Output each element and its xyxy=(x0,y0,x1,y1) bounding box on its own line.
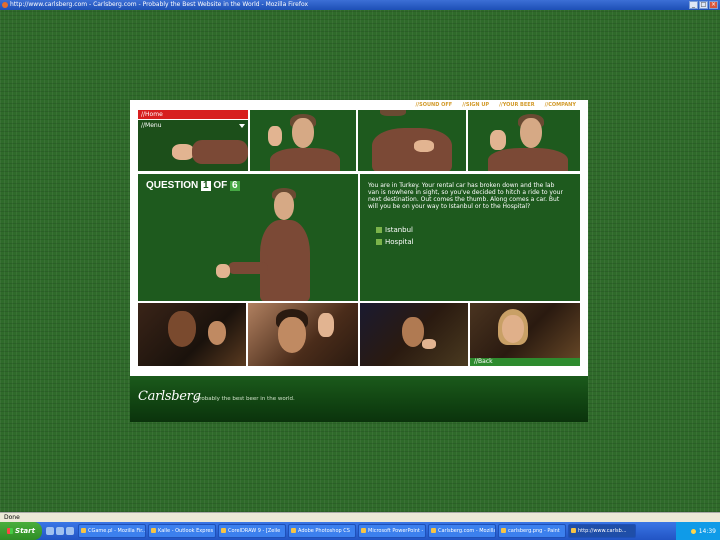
nav-your-beer[interactable]: //YOUR BEER xyxy=(499,100,535,110)
photo-man-ok-gesture xyxy=(248,303,358,366)
nav-sign-up[interactable]: //SIGN UP xyxy=(462,100,489,110)
question-current-number: 1 xyxy=(201,180,211,191)
browser-title-text: http://www.carlsberg.com - Carlsberg.com… xyxy=(10,1,309,8)
woman-face-image xyxy=(502,315,524,343)
window-controls: _ □ × xyxy=(689,1,718,9)
answer-panel: You are in Turkey. Your rental car has b… xyxy=(360,174,580,301)
photo-woman-with-drink: //Back xyxy=(470,303,580,366)
task-item-active[interactable]: http://www.carlsb... xyxy=(568,524,636,538)
carlsberg-site: //SOUND OFF //SIGN UP //YOUR BEER //COMP… xyxy=(130,100,588,422)
arm-sleeve-image xyxy=(192,140,248,164)
question-total-number: 6 xyxy=(230,180,240,191)
footer-tagline: Probably the best beer in the world. xyxy=(196,396,295,402)
close-button[interactable]: × xyxy=(709,1,718,9)
man-face-image xyxy=(402,317,424,347)
ok-sign-hand-image xyxy=(268,126,282,146)
task-item[interactable]: CGame.pl - Mozilla Fir... xyxy=(78,524,146,538)
nav-company[interactable]: //COMPANY xyxy=(545,100,576,110)
question-label: QUESTION xyxy=(146,180,199,191)
browser-title-bar: http://www.carlsberg.com - Carlsberg.com… xyxy=(0,0,720,10)
ok-sign-hand-image xyxy=(318,313,334,337)
windows-taskbar: Start CGame.pl - Mozilla Fir... Kalle - … xyxy=(0,522,720,540)
option-hospital-label: Hospital xyxy=(385,238,414,246)
task-item[interactable]: Adobe Photoshop CS xyxy=(288,524,356,538)
question-panel: QUESTION 1 OF 6 xyxy=(138,174,358,301)
firefox-icon xyxy=(2,2,8,8)
question-heading: QUESTION 1 OF 6 xyxy=(146,180,240,192)
man-head-image xyxy=(292,118,314,148)
option-bullet-icon xyxy=(376,227,382,233)
back-link[interactable]: //Back xyxy=(470,358,580,366)
menu-dropdown[interactable]: //Menu xyxy=(138,122,248,130)
clock: 14:39 xyxy=(698,527,716,535)
gesture-tile-shaka xyxy=(468,110,580,171)
quick-launch xyxy=(46,527,74,535)
task-item[interactable]: Kalle - Outlook Expres xyxy=(148,524,216,538)
man-torso-image xyxy=(372,128,452,171)
menu-home-link[interactable]: //Home xyxy=(138,110,248,120)
scenario-text: You are in Turkey. Your rental car has b… xyxy=(368,182,563,210)
gesture-tile-pointing xyxy=(358,110,466,171)
man-torso-image xyxy=(488,148,568,171)
man-head-image xyxy=(274,192,294,220)
task-list: CGame.pl - Mozilla Fir... Kalle - Outloo… xyxy=(78,524,676,538)
quick-launch-icon[interactable] xyxy=(46,527,54,535)
question-of-label: OF xyxy=(213,180,228,191)
footer-banner: Carlsberg Probably the best beer in the … xyxy=(130,376,588,422)
option-istanbul[interactable]: Istanbul xyxy=(376,226,413,234)
man-torso-image xyxy=(270,148,340,171)
task-item[interactable]: carlsberg.png - Paint xyxy=(498,524,566,538)
man-hair-image xyxy=(380,110,406,116)
tray-icon[interactable] xyxy=(690,528,696,534)
man-face-image xyxy=(278,317,306,353)
pointing-hand-image xyxy=(414,140,434,152)
system-tray: 14:39 xyxy=(676,522,720,540)
nav-sound-off[interactable]: //SOUND OFF xyxy=(415,100,452,110)
maximize-button[interactable]: □ xyxy=(699,1,708,9)
thumbs-up-hand-image xyxy=(172,144,194,160)
task-item[interactable]: CorelDRAW 9 - [Zeile xyxy=(218,524,286,538)
option-istanbul-label: Istanbul xyxy=(385,226,414,234)
carlsberg-logo[interactable]: Carlsberg xyxy=(138,389,201,404)
menu-panel: //Home //Menu xyxy=(138,110,248,171)
start-label: Start xyxy=(15,527,35,535)
top-navigation: //SOUND OFF //SIGN UP //YOUR BEER //COMP… xyxy=(130,100,588,110)
chevron-down-icon xyxy=(239,124,245,128)
footer-separator xyxy=(130,368,588,376)
status-text: Done xyxy=(4,514,20,521)
hitchhike-thumb-image xyxy=(216,264,230,278)
quick-launch-icon[interactable] xyxy=(56,527,64,535)
minimize-button[interactable]: _ xyxy=(689,1,698,9)
task-item[interactable]: Carlsberg.com - Mozilla xyxy=(428,524,496,538)
woman-face-image xyxy=(168,311,196,347)
quick-launch-icon[interactable] xyxy=(66,527,74,535)
shaka-hand-image xyxy=(490,130,506,150)
man-face-image xyxy=(208,321,226,345)
gesture-tile-ok-sign xyxy=(250,110,356,171)
task-item[interactable]: Microsoft PowerPoint - xyxy=(358,524,426,538)
browser-status-bar: Done xyxy=(0,512,720,522)
pointing-hand-image xyxy=(422,339,436,349)
menu-dropdown-label: //Menu xyxy=(141,122,162,129)
man-arm-image xyxy=(228,262,268,274)
option-bullet-icon xyxy=(376,239,382,245)
start-button[interactable]: Start xyxy=(0,522,42,540)
option-hospital[interactable]: Hospital xyxy=(376,238,414,246)
windows-logo-icon xyxy=(7,528,14,534)
man-head-image xyxy=(520,118,542,148)
man-torso-image xyxy=(260,220,310,301)
photo-man-at-bar xyxy=(360,303,468,366)
photo-laughing-woman xyxy=(138,303,246,366)
